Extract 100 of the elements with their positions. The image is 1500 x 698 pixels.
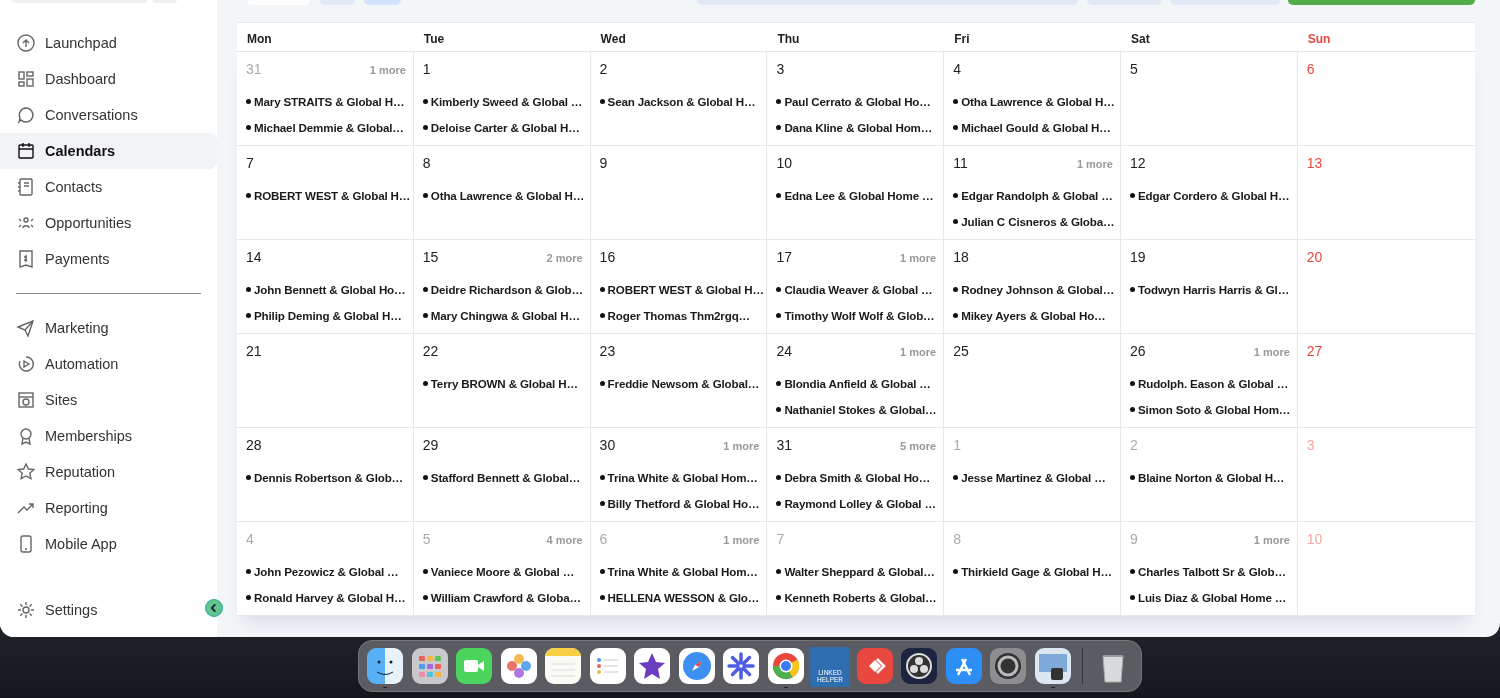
day-cell[interactable]: 10 Edna Lee & Global Home …	[767, 146, 945, 240]
event-item[interactable]: Timothy Wolf Wolf & Glob…	[776, 302, 942, 328]
day-cell[interactable]: 2 Sean Jackson & Global H…	[590, 52, 768, 146]
day-cell[interactable]: 29 Stafford Bennett & Global…	[413, 428, 591, 522]
day-cell[interactable]: 23 Freddie Newsom & Global…	[590, 334, 768, 428]
event-item[interactable]: Blaine Norton & Global H…	[1130, 464, 1295, 490]
day-cell[interactable]: 8 Otha Lawrence & Global H…	[413, 146, 591, 240]
event-item[interactable]: Dana Kline & Global Hom…	[776, 114, 942, 140]
circle-app-icon[interactable]	[901, 648, 937, 684]
star-app-icon[interactable]	[634, 648, 670, 684]
event-item[interactable]: John Pezowicz & Global …	[246, 558, 411, 584]
event-item[interactable]: Todwyn Harris Harris & Gl…	[1130, 276, 1295, 302]
event-item[interactable]: Simon Soto & Global Hom…	[1130, 396, 1295, 422]
sidebar-item[interactable]: Sites	[0, 382, 217, 418]
sidebar-item[interactable]: Dashboard	[0, 61, 217, 97]
grid-app-icon[interactable]	[411, 648, 448, 684]
collapse-button[interactable]	[205, 599, 223, 617]
sidebar-item[interactable]: Payments	[0, 241, 217, 277]
day-cell[interactable]: 11 1 more Edgar Randolph & Global … Julian C Cisneros & Globa…	[944, 146, 1121, 240]
day-cell[interactable]: 7 ROBERT WEST & Global H…	[237, 146, 414, 240]
day-cell[interactable]: 3 Paul Cerrato & Global Ho… Dana Kline & Global Hom…	[767, 52, 945, 146]
day-cell[interactable]: 22 Terry BROWN & Global H…	[413, 334, 591, 428]
event-item[interactable]: Charles Talbott Sr & Glob…	[1130, 558, 1295, 584]
event-item[interactable]: Blondia Anfield & Global …	[776, 370, 942, 396]
event-item[interactable]: Claudia Weaver & Global …	[776, 276, 942, 302]
diamond-app-icon[interactable]	[856, 648, 893, 684]
day-cell[interactable]: 6	[1297, 52, 1475, 146]
day-cell[interactable]: 7 Walter Sheppard & Global… Kenneth Roberts & Global…	[767, 522, 945, 616]
event-item[interactable]: ROBERT WEST & Global H…	[599, 276, 765, 302]
list-app-icon[interactable]	[589, 648, 626, 684]
day-cell[interactable]: 26 1 more Rudolph. Eason & Global … Simon Soto & Global Hom…	[1121, 334, 1298, 428]
event-item[interactable]: Kenneth Roberts & Global…	[776, 584, 942, 610]
day-cell[interactable]: 19 Todwyn Harris Harris & Gl…	[1121, 240, 1298, 334]
sidebar-item[interactable]: Settings	[0, 592, 186, 628]
event-item[interactable]: Freddie Newsom & Global…	[599, 370, 765, 396]
event-item[interactable]: Luis Diaz & Global Home …	[1130, 584, 1295, 610]
event-item[interactable]: Edgar Randolph & Global …	[953, 182, 1118, 208]
event-item[interactable]: Mikey Ayers & Global Ho…	[953, 302, 1118, 328]
event-item[interactable]: Edgar Cordero & Global H…	[1130, 182, 1295, 208]
event-item[interactable]: Debra Smith & Global Ho…	[776, 464, 942, 490]
event-item[interactable]: Kimberly Sweed & Global …	[422, 88, 588, 114]
event-item[interactable]: Jesse Martinez & Global …	[953, 464, 1118, 490]
event-item[interactable]: Dennis Robertson & Glob…	[246, 464, 411, 490]
day-cell[interactable]: 5 4 more Vaniece Moore & Global … William Crawford & Globa…	[413, 522, 591, 616]
day-cell[interactable]: 9	[590, 146, 768, 240]
event-item[interactable]: Sean Jackson & Global H…	[599, 88, 765, 114]
sidebar-item[interactable]: Memberships	[0, 418, 217, 454]
day-cell[interactable]: 9 1 more Charles Talbott Sr & Glob… Luis Diaz & Global Home …	[1121, 522, 1298, 616]
picture-app-icon[interactable]	[1034, 648, 1071, 684]
compass-app-icon[interactable]	[678, 648, 715, 684]
notepad-app-icon[interactable]	[545, 648, 581, 684]
day-cell[interactable]: 14 John Bennett & Global Ho… Philip Deming & Global H…	[237, 240, 414, 334]
sidebar-item[interactable]: Contacts	[0, 169, 217, 205]
day-cell[interactable]: 6 1 more Trina White & Global Hom… HELLENA WESSON & Glo…	[590, 522, 768, 616]
event-item[interactable]: William Crawford & Globa…	[422, 584, 588, 610]
day-cell[interactable]: 28 Dennis Robertson & Glob…	[237, 428, 414, 522]
asterisk-app-icon[interactable]	[723, 648, 759, 684]
a-letter-app-icon[interactable]	[945, 648, 982, 684]
day-cell[interactable]: 2 Blaine Norton & Global H…	[1121, 428, 1298, 522]
event-item[interactable]: HELLENA WESSON & Glo…	[599, 584, 765, 610]
day-cell[interactable]: 31 1 more Mary STRAITS & Global H… Michael Demmie & Global…	[237, 52, 414, 146]
event-item[interactable]: Vaniece Moore & Global …	[422, 558, 588, 584]
event-item[interactable]: Trina White & Global Hom…	[599, 558, 765, 584]
day-cell[interactable]: 15 2 more Deidre Richardson & Glob… Mary Chingwa & Global H…	[413, 240, 591, 334]
event-item[interactable]: Paul Cerrato & Global Ho…	[776, 88, 942, 114]
flower-app-icon[interactable]	[500, 648, 537, 684]
event-item[interactable]: Julian C Cisneros & Globa…	[953, 208, 1118, 234]
day-cell[interactable]: 25	[944, 334, 1121, 428]
sidebar-item[interactable]: Marketing	[0, 310, 217, 346]
event-item[interactable]: Ronald Harvey & Global H…	[246, 584, 411, 610]
sidebar-item[interactable]: Reporting	[0, 490, 217, 526]
event-item[interactable]: John Bennett & Global Ho…	[246, 276, 411, 302]
event-item[interactable]: Rodney Johnson & Global…	[953, 276, 1118, 302]
face-app-icon[interactable]	[367, 648, 403, 684]
day-cell[interactable]: 18 Rodney Johnson & Global… Mikey Ayers & Global Ho…	[944, 240, 1121, 334]
event-item[interactable]: Michael Gould & Global H…	[953, 114, 1118, 140]
sidebar-item[interactable]: Launchpad	[0, 25, 217, 61]
day-cell[interactable]: 24 1 more Blondia Anfield & Global … Nathaniel Stokes & Global…	[767, 334, 945, 428]
event-item[interactable]: Rudolph. Eason & Global …	[1130, 370, 1295, 396]
event-item[interactable]: ROBERT WEST & Global H…	[246, 182, 411, 208]
event-item[interactable]: Philip Deming & Global H…	[246, 302, 411, 328]
sidebar-item[interactable]: Conversations	[0, 97, 217, 133]
event-item[interactable]: Thirkield Gage & Global H…	[953, 558, 1118, 584]
day-cell[interactable]: 16 ROBERT WEST & Global H… Roger Thomas Thm2rgq…	[590, 240, 768, 334]
event-item[interactable]: Otha Lawrence & Global H…	[422, 182, 588, 208]
event-item[interactable]: Terry BROWN & Global H…	[422, 370, 588, 396]
day-cell[interactable]: 1 Kimberly Sweed & Global … Deloise Carter & Global H…	[413, 52, 591, 146]
day-cell[interactable]: 20	[1297, 240, 1475, 334]
sidebar-item[interactable]: Reputation	[0, 454, 217, 490]
event-item[interactable]: Roger Thomas Thm2rgq…	[599, 302, 765, 328]
day-cell[interactable]: 30 1 more Trina White & Global Hom… Billy Thetford & Global Ho…	[590, 428, 768, 522]
event-item[interactable]: Mary STRAITS & Global H…	[246, 88, 411, 114]
day-cell[interactable]: 27	[1297, 334, 1475, 428]
event-item[interactable]: Billy Thetford & Global Ho…	[599, 490, 765, 516]
event-item[interactable]: Michael Demmie & Global…	[246, 114, 411, 140]
day-cell[interactable]: 21	[237, 334, 414, 428]
event-item[interactable]: Walter Sheppard & Global…	[776, 558, 942, 584]
event-item[interactable]: Otha Lawrence & Global H…	[953, 88, 1118, 114]
day-cell[interactable]: 13	[1297, 146, 1475, 240]
day-cell[interactable]: 8 Thirkield Gage & Global H…	[944, 522, 1121, 616]
